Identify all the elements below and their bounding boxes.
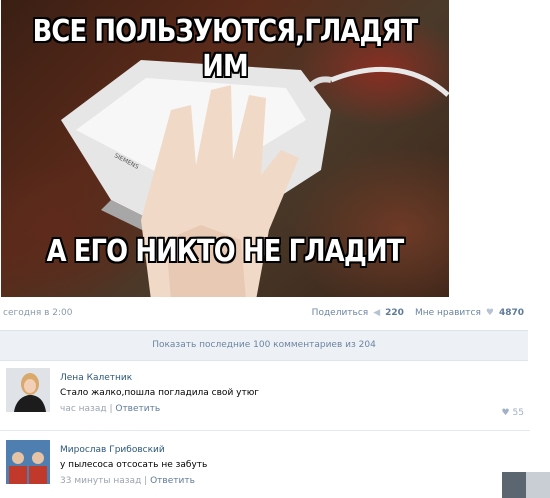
post-meta: сегодня в 2:00 Поделиться ◀ 220 Мне нрав…: [0, 306, 530, 322]
share-button[interactable]: Поделиться: [312, 308, 369, 318]
comment-body: Лена Калетник Стало жалко,пошла погладил…: [60, 373, 530, 414]
comment-author[interactable]: Лена Калетник: [60, 373, 530, 383]
reply-button[interactable]: Ответить: [115, 404, 160, 414]
meme-caption-top: ВСЕ ПОЛЬЗУЮТСЯ,ГЛАДЯТ ИМ: [32, 14, 419, 84]
post-actions: Поделиться ◀ 220 Мне нравится ♥ 4870: [312, 308, 524, 318]
post-date[interactable]: сегодня в 2:00: [3, 308, 72, 318]
comment-time[interactable]: час назад: [60, 404, 107, 414]
like-button[interactable]: Мне нравится: [415, 308, 481, 318]
comment-body: Мирослав Грибовский у пылесоса отсосать …: [60, 445, 530, 486]
meme-caption-bottom: А ЕГО НИКТО НЕ ГЛАДИТ: [46, 234, 405, 269]
comment-like-count: 55: [512, 408, 524, 418]
megaphone-icon: ◀: [373, 308, 381, 318]
comment-like[interactable]: ♥ 55: [501, 408, 524, 418]
share-count: 220: [385, 308, 404, 318]
scrollbar-thumb[interactable]: [502, 472, 526, 498]
show-comments-button[interactable]: Показать последние 100 комментариев из 2…: [0, 330, 528, 361]
reply-button[interactable]: Ответить: [150, 476, 195, 486]
comment-text: у пылесоса отсосать не забуть: [60, 460, 208, 470]
avatar[interactable]: [6, 368, 50, 412]
post-photo[interactable]: SIEMENS ВСЕ ПОЛЬЗУЮТСЯ,ГЛАДЯТ ИМ А ЕГО Н…: [1, 0, 449, 297]
heart-icon[interactable]: ♥: [486, 308, 494, 318]
comment-text: Стало жалко,пошла погладила свой утюг: [60, 388, 260, 398]
comment-item: Лена Калетник Стало жалко,пошла погладил…: [0, 368, 530, 431]
comment-footer: 33 минуты назад | Ответить: [60, 476, 530, 486]
heart-icon: ♥: [501, 408, 510, 418]
avatar[interactable]: [6, 440, 50, 484]
comment-footer: час назад | Ответить: [60, 404, 530, 414]
comment-time[interactable]: 33 минуты назад: [60, 476, 141, 486]
scrollbar-button[interactable]: [526, 472, 550, 498]
like-count: 4870: [498, 308, 524, 318]
comment-author[interactable]: Мирослав Грибовский: [60, 445, 530, 455]
comment-item: Мирослав Грибовский у пылесоса отсосать …: [0, 440, 530, 498]
